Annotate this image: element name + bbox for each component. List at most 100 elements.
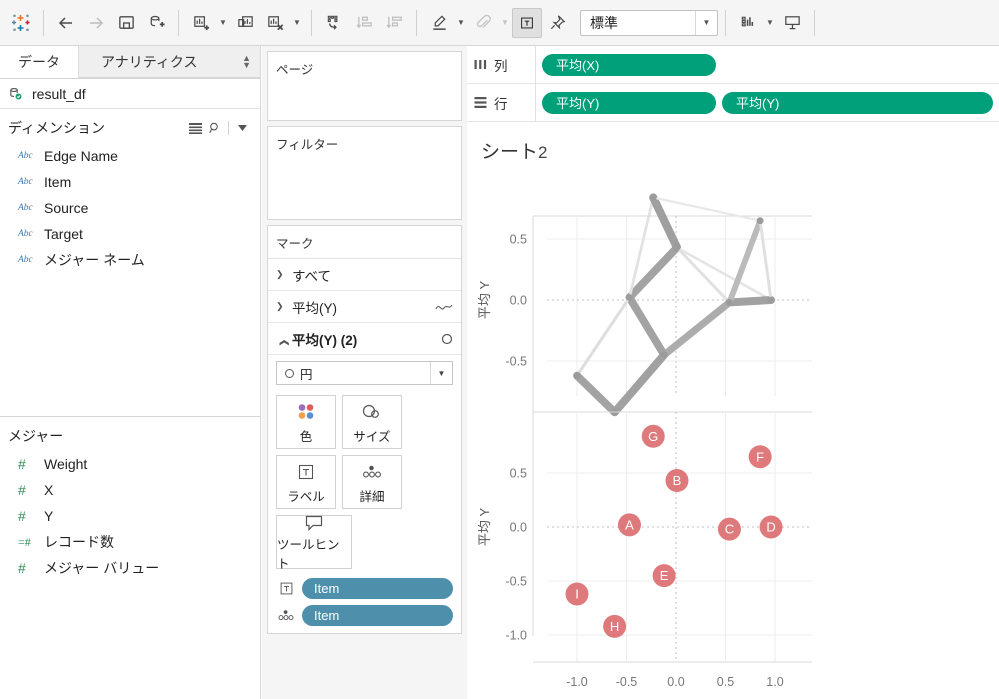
- marks-color-button[interactable]: 色: [276, 395, 336, 449]
- tab-data[interactable]: データ: [0, 46, 78, 78]
- clear-sheet-button[interactable]: [260, 8, 290, 38]
- page-title-text: シート: [481, 142, 539, 163]
- paperclip-caret[interactable]: ▼: [498, 8, 512, 38]
- network-edge[interactable]: [649, 193, 682, 252]
- tab-analytics[interactable]: アナリティクス ▲ ▼: [78, 46, 260, 78]
- search-icon[interactable]: [205, 118, 225, 138]
- sort-desc-icon[interactable]: [379, 8, 409, 38]
- toolbar-divider: [725, 9, 726, 36]
- pill-avg-x[interactable]: 平均(X): [542, 53, 716, 76]
- marks-tooltip-label: ツールヒント: [277, 537, 340, 571]
- chevron-down-icon[interactable]: ❯: [276, 269, 292, 280]
- duplicate-sheet-button[interactable]: [230, 8, 260, 38]
- measure-field[interactable]: # X: [0, 477, 261, 503]
- marks-pill-label-item[interactable]: Item: [302, 578, 453, 599]
- marks-label-button[interactable]: ラベル: [276, 455, 336, 509]
- pill-avg-y-1[interactable]: 平均(Y): [542, 91, 716, 114]
- network-edge[interactable]: [675, 246, 731, 304]
- network-node[interactable]: [726, 299, 733, 306]
- measure-field[interactable]: # メジャー バリュー: [0, 555, 261, 581]
- mark-type-caret[interactable]: ▼: [430, 362, 452, 384]
- rows-shelf-drop[interactable]: 平均(Y) 平均(Y): [535, 83, 999, 122]
- show-me-caret[interactable]: ▼: [763, 8, 777, 38]
- paperclip-icon[interactable]: [468, 8, 498, 38]
- presentation-icon[interactable]: [777, 8, 807, 38]
- field-type-icon: #: [18, 482, 26, 498]
- dimension-field[interactable]: Abc Edge Name: [0, 143, 260, 169]
- network-node[interactable]: [573, 372, 581, 380]
- measures-list: # Weight # X # Y =# レコード数 # メジャー バリュー: [0, 451, 261, 581]
- measure-field[interactable]: =# レコード数: [0, 529, 261, 555]
- pages-card[interactable]: ページ: [267, 51, 462, 121]
- network-edge[interactable]: [575, 296, 632, 378]
- network-edge[interactable]: [758, 219, 773, 302]
- data-source-row[interactable]: result_df: [0, 79, 260, 109]
- pane-tab-strip: データ アナリティクス ▲ ▼: [0, 46, 260, 79]
- sort-asc-icon[interactable]: [349, 8, 379, 38]
- dimension-field[interactable]: Abc Item: [0, 169, 260, 195]
- network-edge[interactable]: [652, 196, 762, 222]
- size-icon: [360, 399, 384, 425]
- dimension-field[interactable]: Abc Source: [0, 195, 260, 221]
- network-node[interactable]: [673, 244, 681, 251]
- marks-detail-button[interactable]: 詳細: [342, 455, 402, 509]
- network-node[interactable]: [756, 217, 764, 225]
- marks-tooltip-button[interactable]: ツールヒント: [276, 515, 352, 571]
- grid-view-icon[interactable]: [185, 118, 205, 138]
- clear-sheet-caret[interactable]: ▼: [290, 8, 304, 38]
- pin-icon[interactable]: [542, 8, 572, 38]
- marks-row-all[interactable]: ❯ すべて: [268, 259, 461, 291]
- chevron-down-icon[interactable]: [232, 118, 252, 138]
- marks-pill-detail-item[interactable]: Item: [302, 605, 453, 626]
- network-node[interactable]: [626, 294, 633, 301]
- pill-avg-y-2[interactable]: 平均(Y): [722, 91, 993, 114]
- y-axis-tick-label: 0.5: [510, 467, 527, 481]
- network-node[interactable]: [660, 351, 668, 359]
- measure-field[interactable]: # Weight: [0, 451, 261, 477]
- pane-resize-icon[interactable]: ▲ ▼: [242, 53, 251, 69]
- marks-row-avg-y[interactable]: ❯ 平均(Y): [268, 291, 461, 323]
- filters-card[interactable]: フィルター: [267, 126, 462, 220]
- fit-select[interactable]: 標準 ▼: [580, 9, 718, 36]
- highlighter-icon[interactable]: [424, 8, 454, 38]
- network-node[interactable]: [767, 296, 775, 304]
- viz-canvas[interactable]: 0.5 0.0 -0.5 平均 Y -1.0 -0.5 0.0 0.5 1.0 0.5 0.0 -0.…: [467, 164, 999, 699]
- circle-icon: [441, 333, 453, 345]
- chevron-up-icon[interactable]: ❯: [279, 331, 290, 347]
- network-edge[interactable]: [625, 293, 669, 359]
- columns-shelf-label: 列: [467, 55, 535, 75]
- data-pane: データ アナリティクス ▲ ▼ result_df ディメンション Abc Ed…: [0, 46, 261, 699]
- new-data-source-button[interactable]: [141, 8, 171, 38]
- y-axis-title: 平均 Y: [477, 508, 492, 547]
- network-edge[interactable]: [675, 246, 773, 302]
- mark-type-select[interactable]: 円 ▼: [276, 361, 453, 385]
- chevron-down-icon[interactable]: ❯: [276, 301, 292, 312]
- dimension-field[interactable]: Abc Target: [0, 221, 260, 247]
- columns-shelf-drop[interactable]: 平均(X): [535, 45, 999, 84]
- marks-size-button[interactable]: サイズ: [342, 395, 402, 449]
- measures-section: メジャー # Weight # X # Y =# レコード数 # メジャー バリ…: [0, 417, 261, 581]
- tableau-logo-icon[interactable]: [6, 8, 36, 38]
- forward-button[interactable]: [81, 8, 111, 38]
- page-title[interactable]: シート2: [467, 123, 999, 164]
- back-button[interactable]: [51, 8, 81, 38]
- highlighter-caret[interactable]: ▼: [454, 8, 468, 38]
- swap-axes-icon[interactable]: [319, 8, 349, 38]
- toolbar-divider: [416, 9, 417, 36]
- network-edge[interactable]: [660, 298, 734, 359]
- new-worksheet-button[interactable]: [186, 8, 216, 38]
- text-label-icon[interactable]: [512, 7, 542, 38]
- save-button[interactable]: [111, 8, 141, 38]
- scatter-point-label: H: [610, 619, 619, 634]
- new-worksheet-caret[interactable]: ▼: [216, 8, 230, 38]
- network-edge[interactable]: [725, 296, 776, 307]
- detail-icon: [276, 606, 296, 626]
- marks-row-avg-y-2[interactable]: ❯ 平均(Y) (2): [268, 323, 461, 355]
- fit-select-caret[interactable]: ▼: [695, 10, 717, 35]
- network-edge[interactable]: [610, 350, 669, 417]
- network-node[interactable]: [649, 194, 657, 201]
- dimension-field[interactable]: Abc メジャー ネーム: [0, 247, 260, 273]
- measure-field[interactable]: # Y: [0, 503, 261, 529]
- network-edge[interactable]: [573, 371, 619, 417]
- show-me-icon[interactable]: [733, 8, 763, 38]
